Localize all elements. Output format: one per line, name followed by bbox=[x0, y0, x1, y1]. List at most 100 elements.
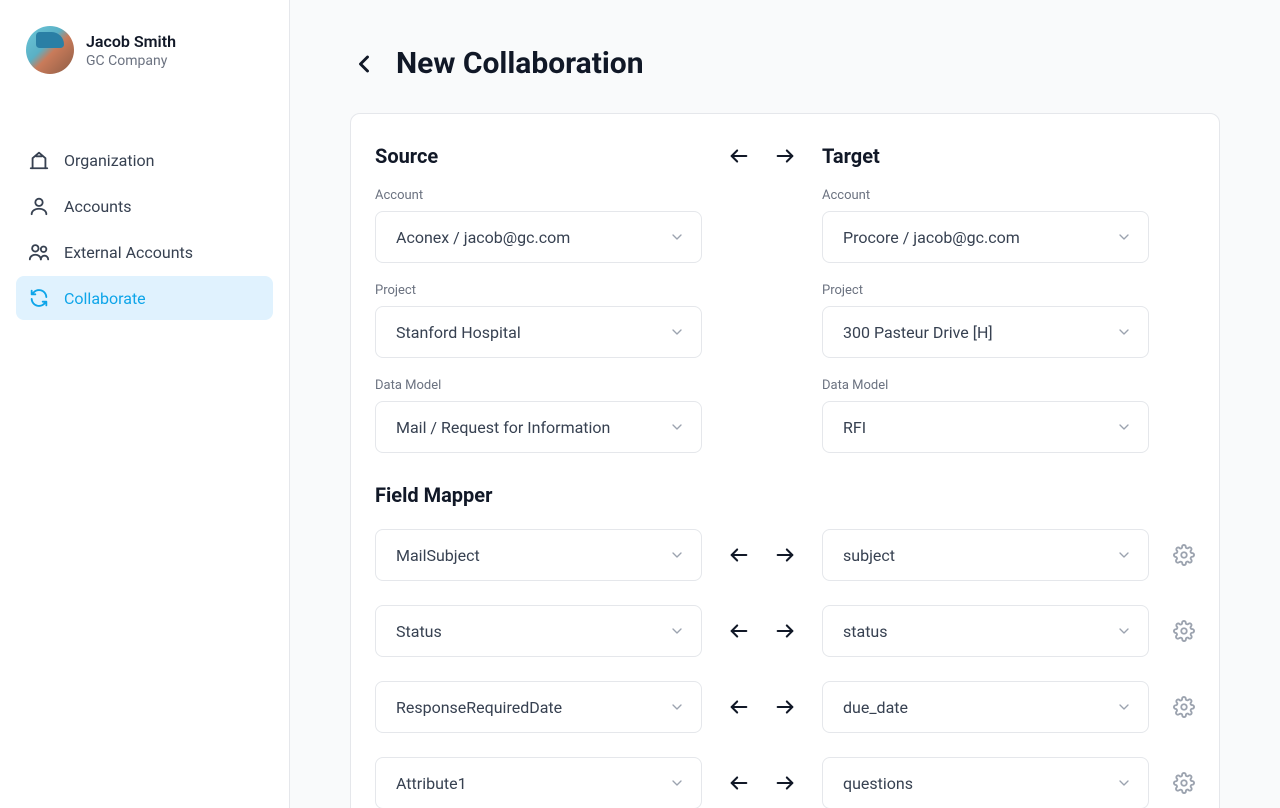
mapper-direction[interactable] bbox=[702, 620, 822, 642]
arrow-left-icon bbox=[728, 696, 750, 718]
chevron-down-icon bbox=[1116, 775, 1132, 791]
select-value: Aconex / jacob@gc.com bbox=[396, 228, 570, 247]
gear-icon bbox=[1173, 620, 1195, 642]
chevron-down-icon bbox=[1116, 419, 1132, 435]
sidebar-item-collaborate[interactable]: Collaborate bbox=[16, 276, 273, 320]
mapper-direction[interactable] bbox=[702, 544, 822, 566]
chevron-down-icon bbox=[1116, 699, 1132, 715]
target-project-label: Project bbox=[822, 283, 1149, 298]
arrow-right-icon bbox=[774, 772, 796, 794]
mapper-settings-button[interactable] bbox=[1173, 772, 1195, 794]
target-project-select[interactable]: 300 Pasteur Drive [H] bbox=[822, 306, 1149, 358]
mapper-source-select[interactable]: Status bbox=[375, 605, 702, 657]
profile-org: GC Company bbox=[86, 53, 176, 69]
sidebar-item-label: Organization bbox=[64, 151, 154, 170]
mapper-settings-button[interactable] bbox=[1173, 696, 1195, 718]
direction-arrows bbox=[702, 145, 822, 167]
target-title: Target bbox=[822, 144, 880, 168]
user-icon bbox=[28, 195, 50, 217]
select-value: status bbox=[843, 622, 888, 641]
sidebar-item-label: External Accounts bbox=[64, 243, 193, 262]
select-value: Mail / Request for Information bbox=[396, 418, 610, 437]
chevron-down-icon bbox=[669, 229, 685, 245]
source-data-model-label: Data Model bbox=[375, 378, 702, 393]
arrow-right-icon bbox=[774, 145, 796, 167]
chevron-down-icon bbox=[669, 623, 685, 639]
mapper-source-select[interactable]: MailSubject bbox=[375, 529, 702, 581]
select-value: ResponseRequiredDate bbox=[396, 698, 562, 717]
target-account-select[interactable]: Procore / jacob@gc.com bbox=[822, 211, 1149, 263]
chevron-down-icon bbox=[669, 324, 685, 340]
chevron-down-icon bbox=[1116, 547, 1132, 563]
mapper-direction[interactable] bbox=[702, 696, 822, 718]
users-icon bbox=[28, 241, 50, 263]
target-account-label: Account bbox=[822, 188, 1149, 203]
arrow-right-icon bbox=[774, 696, 796, 718]
chevron-down-icon bbox=[1116, 229, 1132, 245]
config-columns: Account Aconex / jacob@gc.com Project St… bbox=[375, 188, 1195, 473]
source-data-model-select[interactable]: Mail / Request for Information bbox=[375, 401, 702, 453]
arrow-left-icon bbox=[728, 772, 750, 794]
gear-icon bbox=[1173, 772, 1195, 794]
arrow-right-icon bbox=[774, 620, 796, 642]
select-value: RFI bbox=[843, 418, 866, 437]
select-value: 300 Pasteur Drive [H] bbox=[843, 323, 993, 342]
avatar bbox=[26, 26, 74, 74]
source-account-select[interactable]: Aconex / jacob@gc.com bbox=[375, 211, 702, 263]
mapper-target-select[interactable]: questions bbox=[822, 757, 1149, 808]
sidebar-item-label: Accounts bbox=[64, 197, 131, 216]
source-title: Source bbox=[375, 144, 438, 168]
main-content: New Collaboration Source Target Account … bbox=[290, 0, 1280, 808]
source-project-label: Project bbox=[375, 283, 702, 298]
chevron-down-icon bbox=[1116, 324, 1132, 340]
source-project-select[interactable]: Stanford Hospital bbox=[375, 306, 702, 358]
sidebar-item-external-accounts[interactable]: External Accounts bbox=[16, 230, 273, 274]
select-value: due_date bbox=[843, 698, 908, 717]
columns-header: Source Target bbox=[375, 144, 1195, 168]
chevron-left-icon bbox=[350, 50, 378, 78]
source-account-label: Account bbox=[375, 188, 702, 203]
chevron-down-icon bbox=[669, 419, 685, 435]
mapper-direction[interactable] bbox=[702, 772, 822, 794]
mapper-target-select[interactable]: status bbox=[822, 605, 1149, 657]
target-data-model-label: Data Model bbox=[822, 378, 1149, 393]
select-value: Stanford Hospital bbox=[396, 323, 521, 342]
nav: Organization Accounts External Accounts … bbox=[16, 138, 273, 320]
mapper-row: Attribute1 questions bbox=[375, 757, 1195, 808]
arrow-left-icon bbox=[728, 145, 750, 167]
back-button[interactable] bbox=[350, 50, 378, 78]
collaboration-card: Source Target Account Aconex / jacob@gc.… bbox=[350, 113, 1220, 808]
mapper-row: ResponseRequiredDate due_date bbox=[375, 681, 1195, 733]
select-value: MailSubject bbox=[396, 546, 480, 565]
mapper-settings-button[interactable] bbox=[1173, 544, 1195, 566]
chevron-down-icon bbox=[669, 547, 685, 563]
mapper-row: MailSubject subject bbox=[375, 529, 1195, 581]
sidebar-item-accounts[interactable]: Accounts bbox=[16, 184, 273, 228]
gear-icon bbox=[1173, 696, 1195, 718]
mapper-row: Status status bbox=[375, 605, 1195, 657]
target-data-model-select[interactable]: RFI bbox=[822, 401, 1149, 453]
mapper-target-select[interactable]: due_date bbox=[822, 681, 1149, 733]
sidebar-item-organization[interactable]: Organization bbox=[16, 138, 273, 182]
refresh-icon bbox=[28, 287, 50, 309]
mapper-source-select[interactable]: ResponseRequiredDate bbox=[375, 681, 702, 733]
sidebar-item-label: Collaborate bbox=[64, 289, 146, 308]
select-value: Attribute1 bbox=[396, 774, 467, 793]
chevron-down-icon bbox=[669, 775, 685, 791]
gear-icon bbox=[1173, 544, 1195, 566]
profile-name: Jacob Smith bbox=[86, 32, 176, 51]
select-value: questions bbox=[843, 774, 913, 793]
profile-block[interactable]: Jacob Smith GC Company bbox=[16, 26, 273, 98]
page-header: New Collaboration bbox=[350, 46, 1220, 81]
chevron-down-icon bbox=[1116, 623, 1132, 639]
arrow-right-icon bbox=[774, 544, 796, 566]
organization-icon bbox=[28, 149, 50, 171]
page-title: New Collaboration bbox=[396, 46, 644, 81]
select-value: Procore / jacob@gc.com bbox=[843, 228, 1020, 247]
chevron-down-icon bbox=[669, 699, 685, 715]
mapper-settings-button[interactable] bbox=[1173, 620, 1195, 642]
arrow-left-icon bbox=[728, 620, 750, 642]
select-value: Status bbox=[396, 622, 442, 641]
mapper-source-select[interactable]: Attribute1 bbox=[375, 757, 702, 808]
mapper-target-select[interactable]: subject bbox=[822, 529, 1149, 581]
